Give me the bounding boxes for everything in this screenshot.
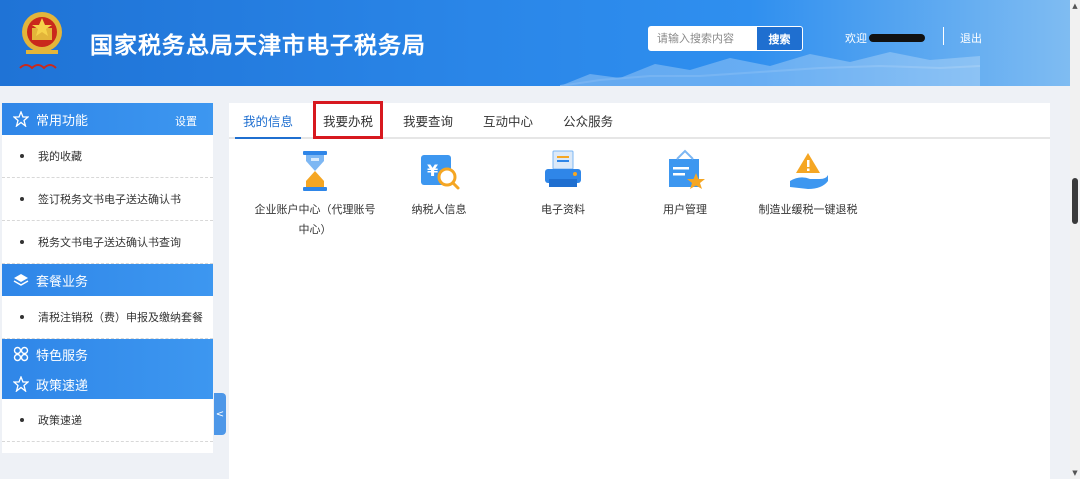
- search-input[interactable]: [649, 27, 757, 50]
- tab-bar: 我的信息 我要办税 我要查询 互动中心 公众服务: [229, 101, 1050, 139]
- scroll-down-arrow-icon[interactable]: ▼: [1071, 469, 1079, 477]
- hourglass-icon: [303, 151, 327, 191]
- sidebar-section-title: 套餐业务: [36, 274, 89, 290]
- tab-query[interactable]: 我要查询: [395, 103, 461, 137]
- tab-tax-handling[interactable]: 我要办税: [313, 101, 384, 139]
- svg-text:¥: ¥: [427, 161, 438, 180]
- sidebar-section-title: 政策速递: [36, 378, 89, 394]
- star-icon: [12, 375, 30, 393]
- app-label: 企业账户中心（代理账号中心）: [254, 203, 376, 236]
- welcome-text: 欢迎: [845, 30, 925, 46]
- sidebar-item-sign-confirmation[interactable]: 签订税务文书电子送达确认书: [2, 178, 213, 221]
- sidebar-item-deregistration-package[interactable]: 清税注销税（费）申报及缴纳套餐: [2, 296, 213, 339]
- scrollbar-thumb[interactable]: [1072, 178, 1078, 224]
- tab-public-service[interactable]: 公众服务: [555, 103, 621, 137]
- page-scrollbar[interactable]: ▲ ▼: [1070, 0, 1080, 479]
- redacted-username: [869, 34, 925, 42]
- bullet-dot: [20, 315, 24, 319]
- sidebar-item-label: 我的收藏: [38, 150, 82, 163]
- sidebar-section-common[interactable]: 常用功能 设置: [2, 103, 213, 135]
- sidebar-section-policy[interactable]: 政策速递: [2, 369, 213, 399]
- sidebar-item-label: 签订税务文书电子送达确认书: [38, 193, 181, 206]
- sidebar-collapse-button[interactable]: <: [214, 393, 226, 435]
- site-title: 国家税务总局天津市电子税务局: [90, 33, 426, 59]
- sidebar-item-label: 清税注销税（费）申报及缴纳套餐: [38, 311, 203, 324]
- tax-emblem-logo: [19, 12, 62, 70]
- star-icon: [12, 110, 30, 128]
- great-wall-decoration: [560, 52, 980, 86]
- app-label: 纳税人信息: [411, 203, 467, 216]
- scroll-up-arrow-icon[interactable]: ▲: [1071, 2, 1079, 10]
- app-manufacturing-tax-refund[interactable]: 制造业缓税一键退税: [753, 149, 863, 220]
- app-label: 电子资料: [541, 203, 585, 216]
- yuan-search-icon: ¥: [421, 155, 460, 190]
- sidebar-item-label: 税务文书电子送达确认书查询: [38, 236, 181, 249]
- sidebar-settings-link[interactable]: 设置: [175, 113, 197, 129]
- app-label: 用户管理: [663, 203, 707, 216]
- sidebar-section-packages[interactable]: 套餐业务: [2, 264, 213, 296]
- printer-icon: [545, 150, 581, 187]
- tab-my-info[interactable]: 我的信息: [235, 103, 302, 139]
- main-panel: 我的信息 我要办税 我要查询 互动中心 公众服务 企业账户中心（代理账号中心） …: [229, 101, 1050, 479]
- layers-icon: [12, 271, 30, 289]
- app-user-management[interactable]: 用户管理: [647, 149, 723, 220]
- hand-warning-icon: [790, 153, 828, 189]
- sidebar-item-query-confirmation[interactable]: 税务文书电子送达确认书查询: [2, 221, 213, 264]
- search-button[interactable]: 搜索: [757, 27, 802, 50]
- logout-link[interactable]: 退出: [960, 30, 982, 46]
- app-grid: 企业账户中心（代理账号中心） ¥ 纳税人信息 电子资料 用户管理 制造业缓税一键…: [229, 149, 1050, 249]
- bullet-dot: [20, 418, 24, 422]
- bullet-dot: [20, 154, 24, 158]
- sidebar-item-policy[interactable]: 政策速递: [2, 399, 213, 442]
- bullet-dot: [20, 197, 24, 201]
- sidebar-section-title: 常用功能: [36, 113, 89, 129]
- header-divider: [943, 27, 944, 45]
- sidebar: 常用功能 设置 我的收藏 签订税务文书电子送达确认书 税务文书电子送达确认书查询…: [2, 103, 213, 453]
- app-taxpayer-info[interactable]: ¥ 纳税人信息: [401, 149, 477, 220]
- bullet-dot: [20, 240, 24, 244]
- grid-icon: [12, 345, 30, 363]
- app-enterprise-account-center[interactable]: 企业账户中心（代理账号中心）: [253, 149, 377, 240]
- user-star-icon: [669, 149, 705, 189]
- search-box: 搜索: [648, 26, 803, 51]
- header-banner: 国家税务总局天津市电子税务局 搜索 欢迎 退出: [0, 0, 1070, 86]
- sidebar-item-favorites[interactable]: 我的收藏: [2, 135, 213, 178]
- app-electronic-documents[interactable]: 电子资料: [525, 149, 601, 220]
- app-label: 制造业缓税一键退税: [758, 203, 858, 216]
- tab-interaction[interactable]: 互动中心: [475, 103, 541, 137]
- welcome-label: 欢迎: [845, 32, 867, 45]
- sidebar-section-title: 特色服务: [36, 348, 89, 364]
- sidebar-section-special[interactable]: 特色服务: [2, 339, 213, 369]
- sidebar-item-label: 政策速递: [38, 414, 82, 427]
